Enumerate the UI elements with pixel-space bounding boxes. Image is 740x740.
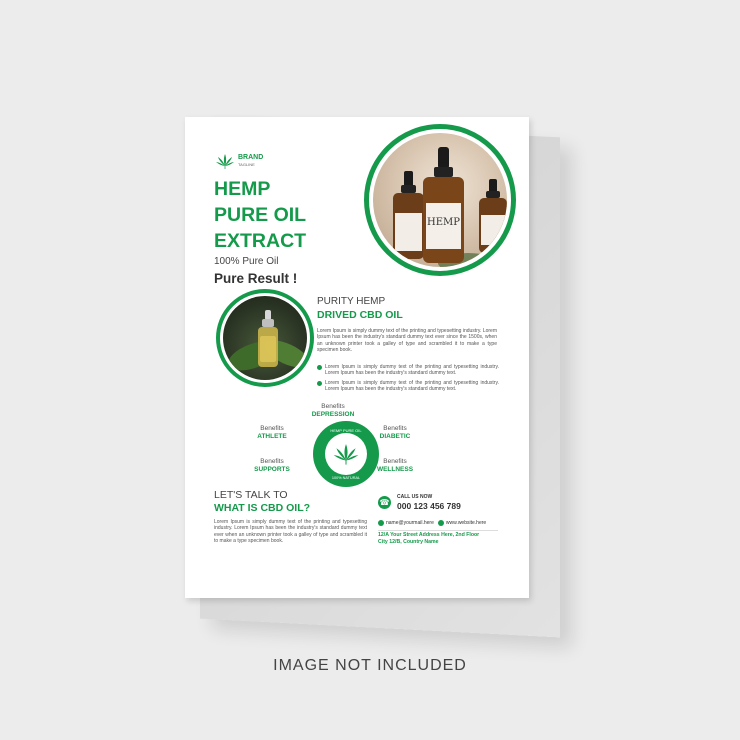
- purity-paragraph: Lorem Ipsum is simply dummy text of the …: [317, 328, 497, 354]
- call-label: CALL US NOW: [397, 494, 433, 500]
- headline-line-2: PURE OIL: [214, 204, 307, 226]
- bottles-illustration: HEMP: [393, 147, 507, 267]
- product-photo: HEMP: [373, 133, 507, 267]
- bottle-label-text: HEMP: [427, 217, 460, 228]
- bottle-right: [479, 179, 507, 253]
- hemp-leaf-icon: [333, 444, 359, 465]
- talk-title-1: LET'S TALK TO: [214, 489, 288, 501]
- benefit-depression: Benefits DEPRESSION: [298, 403, 368, 419]
- address-line-2: City 12/B, Country Name: [378, 539, 439, 545]
- purity-title-2: DRIVED CBD OIL: [317, 309, 403, 321]
- badge-inner-circle: [325, 433, 367, 475]
- subheading-2: Pure Result !: [214, 271, 298, 286]
- bullet-item: Lorem Ipsum is simply dummy text of the …: [317, 364, 499, 377]
- oil-bottle-illustration: [228, 310, 307, 371]
- phone-icon: ☎: [378, 496, 391, 509]
- email-icon: [378, 520, 384, 526]
- brand-tagline: TAGLINE: [238, 162, 255, 167]
- benefit-label: Benefits: [260, 425, 284, 432]
- purity-title-1: PURITY HEMP: [317, 296, 386, 307]
- headline-line-3: EXTRACT: [214, 230, 307, 252]
- bullet-text: Lorem Ipsum is simply dummy text of the …: [325, 364, 499, 377]
- contact-row: name@yourmail.here www.website.here: [378, 520, 486, 526]
- oil-photo-circle: [216, 289, 314, 387]
- flyer-page: BRAND TAGLINE HEMP PURE OIL EXTRACT 100%…: [185, 117, 529, 598]
- divider: [378, 530, 498, 531]
- address-line-1: 12/A Your Street Address Here, 2nd Floor: [378, 532, 480, 538]
- hemp-leaf-icon: [216, 154, 234, 169]
- headline: HEMP PURE OIL EXTRACT: [214, 176, 306, 254]
- bullet-text: Lorem Ipsum is simply dummy text of the …: [325, 380, 499, 393]
- product-photo-circle: HEMP: [364, 124, 516, 276]
- benefit-value: SUPPORTS: [254, 466, 290, 473]
- brand-logo: BRAND TAGLINE: [215, 152, 263, 170]
- hemp-badge: HEMP PURE OIL 100% NATURAL: [313, 421, 379, 487]
- website-text: www.website.here: [445, 520, 487, 526]
- badge-bottom-text: 100% NATURAL: [331, 476, 361, 480]
- bullet-dot-icon: [317, 365, 322, 370]
- headline-line-1: HEMP: [214, 178, 271, 200]
- subheading-1: 100% Pure Oil: [214, 256, 279, 267]
- benefit-value: ATHLETE: [257, 433, 287, 440]
- bullet-dot-icon: [317, 381, 322, 386]
- talk-title-2: WHAT IS CBD OIL?: [214, 502, 311, 514]
- benefit-athlete: Benefits ATHLETE: [237, 425, 307, 441]
- globe-icon: [437, 520, 444, 526]
- email-text: name@yourmail.here: [386, 520, 434, 526]
- bottle-left: [393, 171, 424, 259]
- benefit-label: Benefits: [321, 403, 345, 410]
- talk-paragraph: Lorem Ipsum is simply dummy text of the …: [214, 519, 367, 545]
- benefit-supports: Benefits SUPPORTS: [237, 458, 307, 474]
- address: 12/A Your Street Address Here, 2nd Floor…: [378, 532, 479, 546]
- benefit-value: DEPRESSION: [311, 411, 355, 418]
- image-caption: IMAGE NOT INCLUDED: [273, 657, 467, 674]
- bullet-item: Lorem Ipsum is simply dummy text of the …: [317, 380, 499, 393]
- phone-number: 000 123 456 789: [397, 501, 461, 511]
- brand-name: BRAND: [238, 154, 264, 161]
- bottle-center: HEMP: [423, 147, 464, 263]
- oil-photo: [223, 296, 307, 380]
- benefit-label: Benefits: [260, 458, 284, 465]
